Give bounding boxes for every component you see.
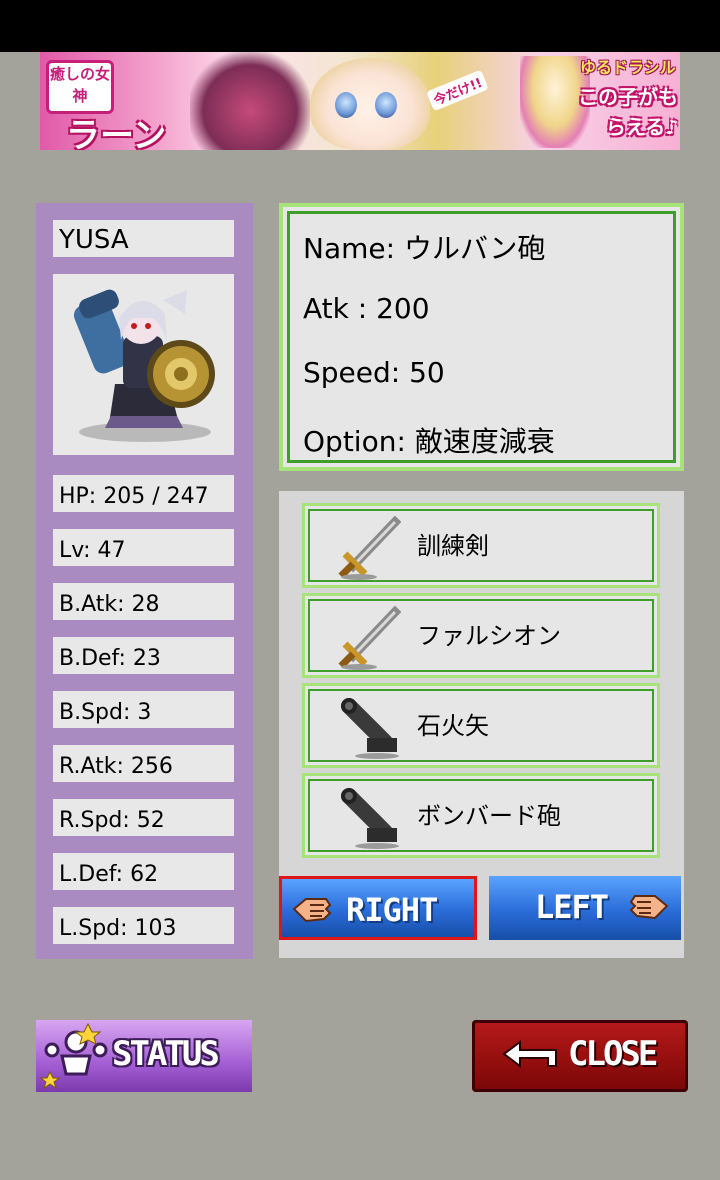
banner-art-girl — [310, 58, 430, 150]
banner-left-title: ラーン — [66, 116, 167, 150]
cannon-icon — [341, 788, 399, 849]
stat-body-speed: B.Spd: 3 — [53, 691, 234, 728]
weapon-item[interactable]: ファルシオン — [302, 593, 660, 678]
weapon-item-name: 訓練剣 — [417, 532, 489, 560]
stat-level: Lv: 47 — [53, 529, 234, 566]
character-sprite — [73, 289, 215, 442]
close-button[interactable]: CLOSE — [472, 1020, 688, 1092]
stat-hp: HP: 205 / 247 — [53, 475, 234, 512]
weapon-item[interactable]: ボンバード砲 — [302, 773, 660, 858]
weapon-info-speed: Speed: 50 — [303, 356, 445, 389]
banner-mid-tag: 今だけ!! — [426, 69, 489, 112]
banner-left-tag: 癒しの女神 — [46, 60, 114, 114]
character-status-icon — [40, 1022, 108, 1090]
stat-left-defense: L.Def: 62 — [53, 853, 234, 890]
weapon-info-option: Option: 敵速度減衰 — [303, 425, 555, 458]
right-hand-button[interactable]: RIGHT — [279, 876, 477, 940]
stat-right-speed: R.Spd: 52 — [53, 799, 234, 836]
weapon-info-panel: Name: ウルバン砲 Atk : 200 Speed: 50 Option: … — [279, 203, 684, 471]
weapon-info-name: Name: ウルバン砲 — [303, 232, 546, 265]
stat-left-speed: L.Spd: 103 — [53, 907, 234, 944]
sword-icon — [338, 605, 402, 670]
left-button-label: LEFT — [535, 888, 609, 926]
sword-icon — [338, 515, 402, 580]
status-button[interactable]: STATUS — [36, 1020, 252, 1092]
banner-art-eye — [335, 92, 357, 118]
character-portrait — [53, 274, 234, 455]
banner-promo: この子がもらえる♪ — [578, 85, 678, 139]
close-button-label: CLOSE — [568, 1034, 658, 1074]
character-name: YUSA — [53, 220, 234, 257]
banner-art-eye — [375, 92, 397, 118]
weapon-item[interactable]: 訓練剣 — [302, 503, 660, 588]
hand-icon — [629, 895, 669, 920]
weapon-info-atk: Atk : 200 — [303, 292, 430, 325]
status-button-label: STATUS — [112, 1034, 220, 1074]
status-bar — [0, 0, 720, 52]
right-button-label: RIGHT — [346, 891, 438, 929]
banner-brand: ゆるドラシル — [580, 58, 676, 77]
left-hand-button[interactable]: LEFT — [489, 876, 681, 940]
weapon-item-name: ファルシオン — [417, 622, 561, 650]
weapon-item[interactable]: 石火矢 — [302, 683, 660, 768]
ad-banner[interactable]: 癒しの女神 ラーン 今だけ!! ゆるドラシル この子がもらえる♪ — [40, 52, 680, 150]
cannon-icon — [341, 698, 399, 759]
weapon-item-name: 石火矢 — [417, 712, 489, 740]
stat-right-attack: R.Atk: 256 — [53, 745, 234, 782]
weapon-item-name: ボンバード砲 — [417, 802, 561, 830]
return-arrow-icon — [502, 1040, 557, 1068]
stat-body-attack: B.Atk: 28 — [53, 583, 234, 620]
banner-art-creature — [190, 52, 310, 150]
hand-icon — [292, 898, 332, 923]
stat-body-defense: B.Def: 23 — [53, 637, 234, 674]
